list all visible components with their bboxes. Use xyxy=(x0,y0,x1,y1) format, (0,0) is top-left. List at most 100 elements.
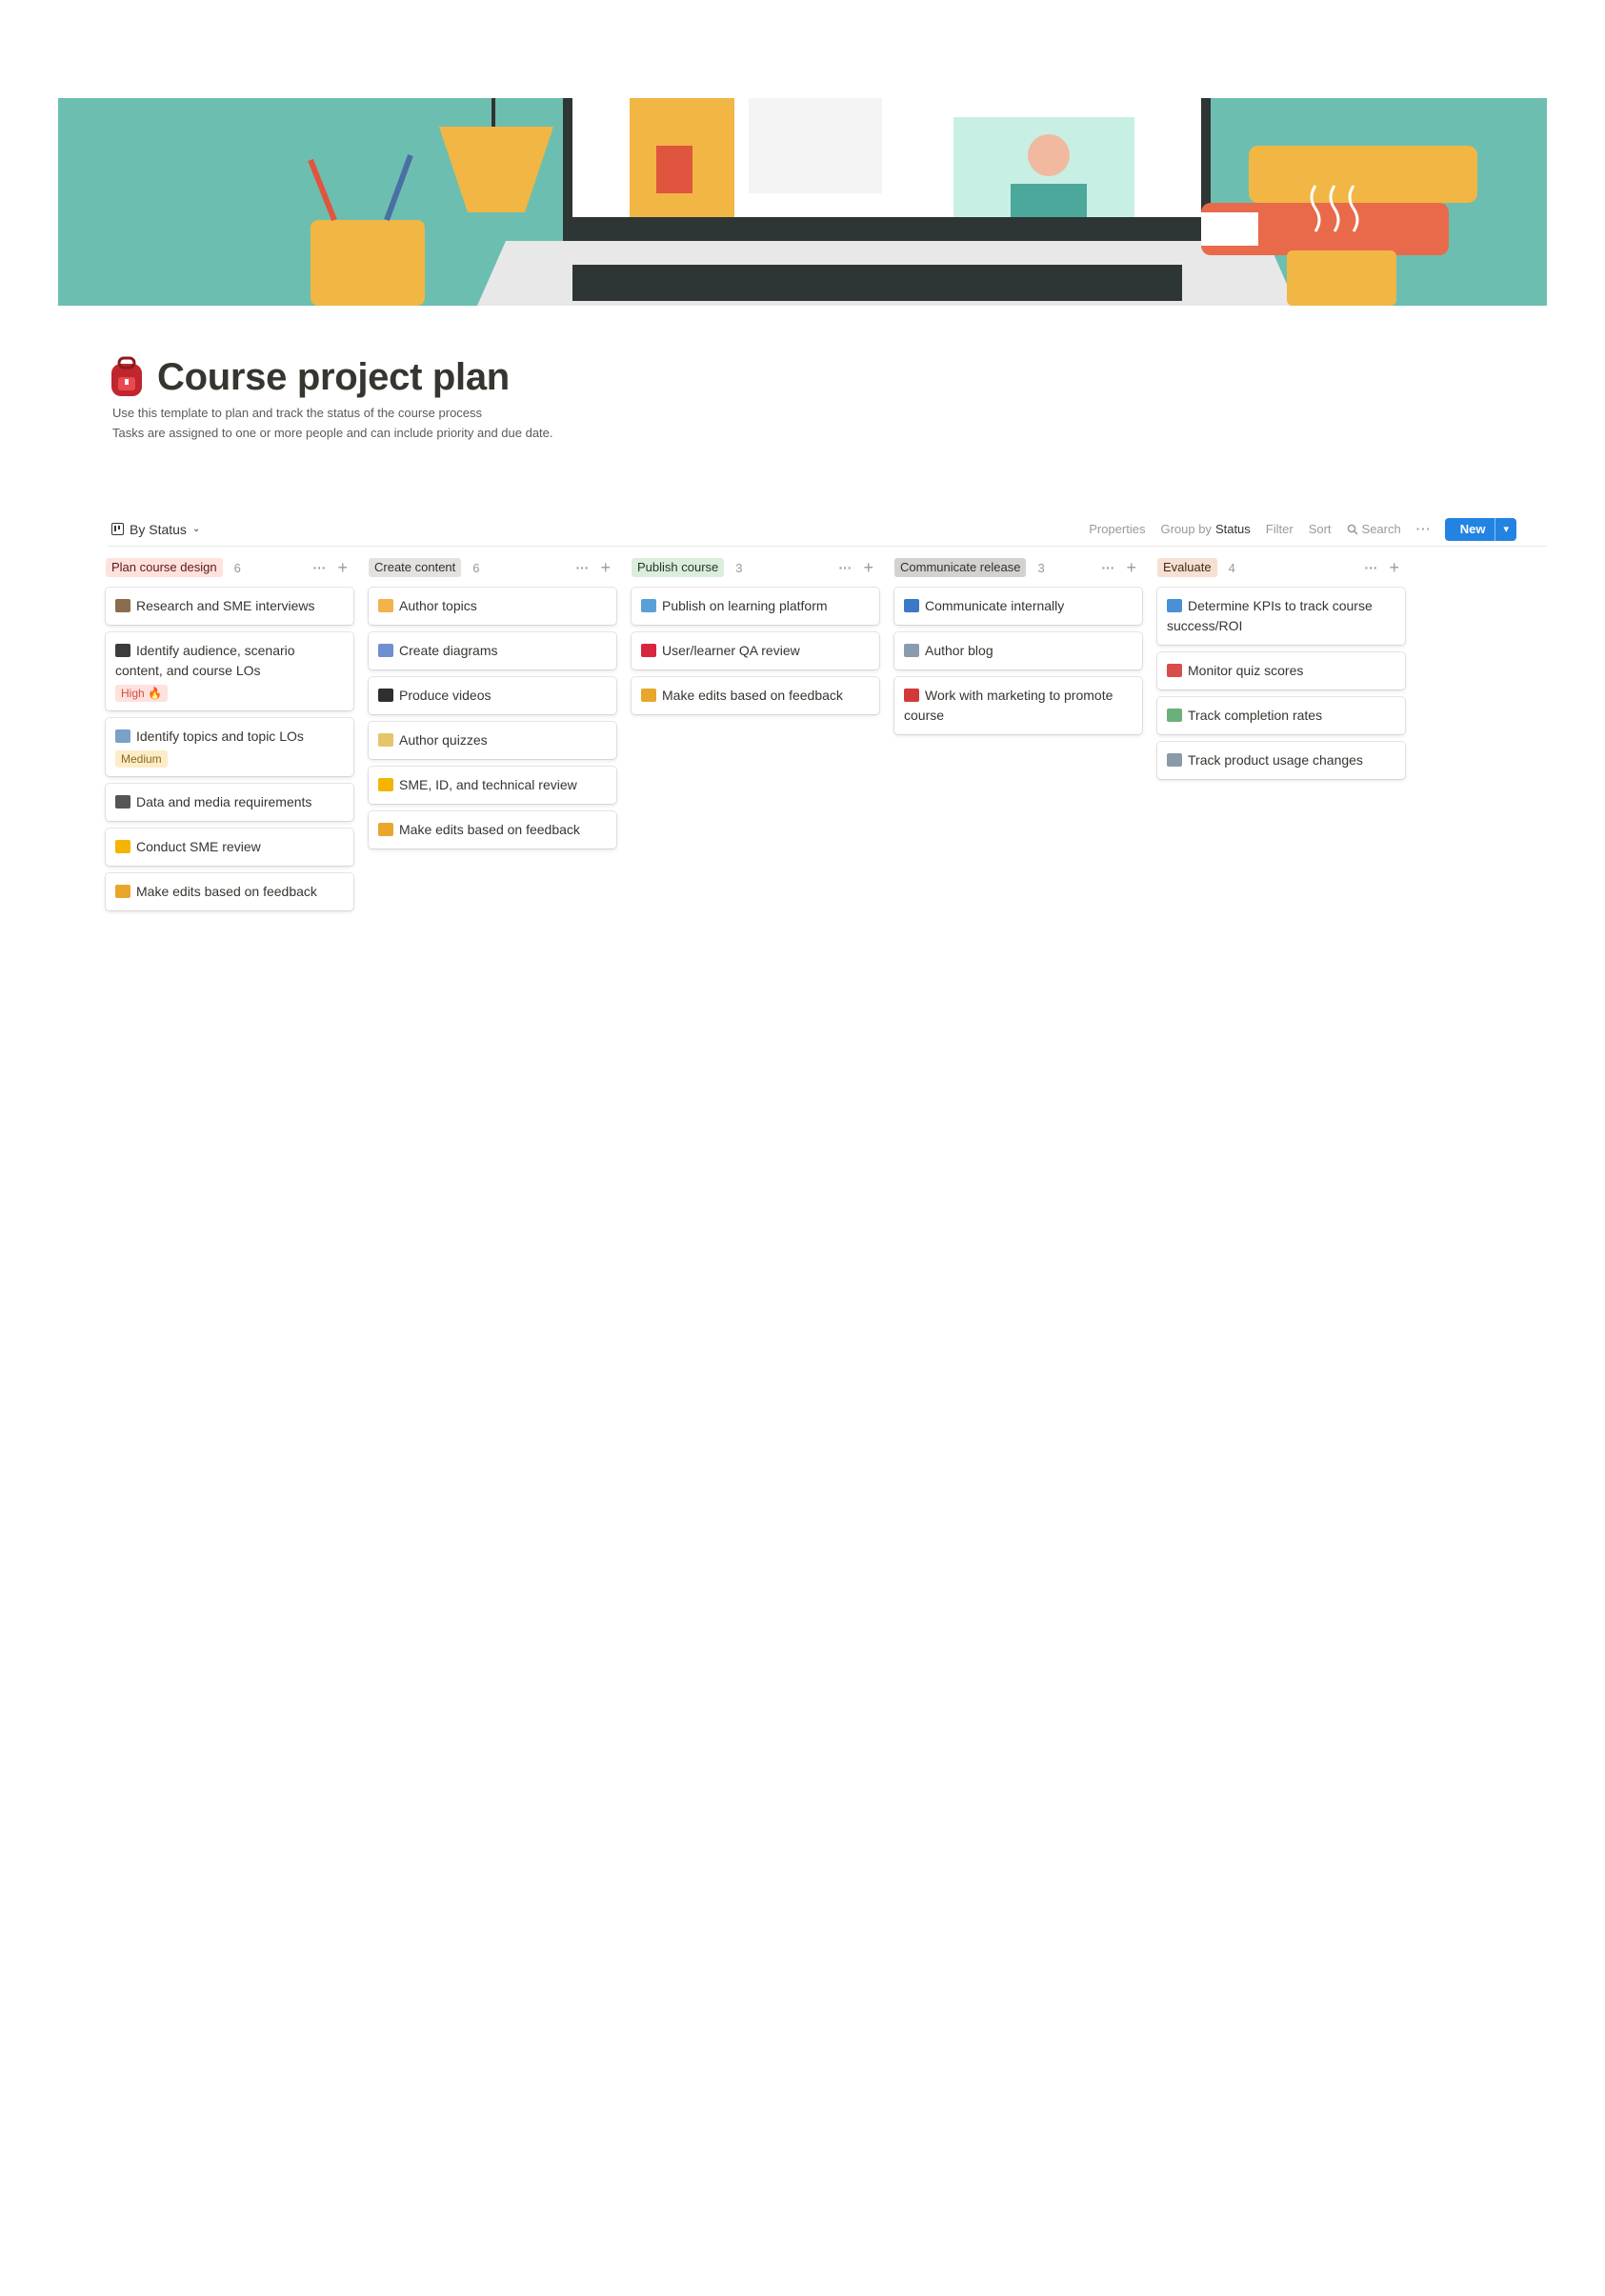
task-card[interactable]: Track product usage changes xyxy=(1157,742,1405,779)
task-card[interactable]: Identify audience, scenario content, and… xyxy=(106,632,353,710)
board-column: Publish course 3 ··· + Publish on learning p… xyxy=(632,556,879,918)
card-title-row: Author blog xyxy=(904,641,1133,661)
computer-icon xyxy=(641,599,656,612)
page-header: Course project plan xyxy=(108,350,510,404)
add-card-icon[interactable]: + xyxy=(863,558,873,578)
view-selector[interactable]: By Status ⌄ xyxy=(108,522,200,537)
add-card-icon[interactable]: + xyxy=(1389,558,1399,578)
column-header: Evaluate 4 ··· + xyxy=(1157,556,1405,579)
task-card[interactable]: Identify topics and topic LOs Medium xyxy=(106,718,353,776)
card-title-row: Track completion rates xyxy=(1167,706,1395,726)
card-title-row: Work with marketing to promote course xyxy=(904,686,1133,726)
task-card[interactable]: Author quizzes xyxy=(369,722,616,759)
view-label: By Status xyxy=(130,521,187,537)
card-title: Author topics xyxy=(399,598,477,613)
task-card[interactable]: Make edits based on feedback xyxy=(369,811,616,849)
page-description-line-1: Use this template to plan and track the … xyxy=(112,406,483,420)
cover-image xyxy=(58,98,1547,306)
task-card[interactable]: Research and SME interviews xyxy=(106,588,353,625)
megaphone-icon xyxy=(904,599,919,612)
task-card[interactable]: Conduct SME review xyxy=(106,829,353,866)
card-title-row: Determine KPIs to track course success/R… xyxy=(1167,596,1395,636)
card-title: Author quizzes xyxy=(399,732,488,748)
column-more-icon[interactable]: ··· xyxy=(838,560,852,575)
page-title: Course project plan xyxy=(157,355,510,398)
task-card[interactable]: Determine KPIs to track course success/R… xyxy=(1157,588,1405,645)
task-card[interactable]: Author topics xyxy=(369,588,616,625)
page-description-line-2: Tasks are assigned to one or more people… xyxy=(112,426,553,440)
board-column: Plan course design 6 ··· + Research and SME … xyxy=(106,556,353,918)
card-title-row: Identify audience, scenario content, and… xyxy=(115,641,344,681)
card-title-row: Produce videos xyxy=(378,686,607,706)
task-card[interactable]: Communicate internally xyxy=(894,588,1142,625)
card-title: Track product usage changes xyxy=(1188,752,1363,768)
group-by-button[interactable]: Group by Status xyxy=(1160,522,1250,536)
memo-icon xyxy=(378,733,393,747)
card-title: Make edits based on feedback xyxy=(399,822,580,837)
nerd-face-icon xyxy=(378,778,393,791)
priority-tag: Medium xyxy=(115,750,168,768)
task-card[interactable]: SME, ID, and technical review xyxy=(369,767,616,804)
column-more-icon[interactable]: ··· xyxy=(1101,560,1114,575)
database-view-bar: By Status ⌄ Properties Group by Status F… xyxy=(108,512,1547,547)
sort-button[interactable]: Sort xyxy=(1309,522,1332,536)
group-label[interactable]: Plan course design xyxy=(106,558,223,577)
card-title-row: Identify topics and topic LOs xyxy=(115,727,344,747)
card-title: Author blog xyxy=(925,643,993,658)
card-title-row: Make edits based on feedback xyxy=(378,820,607,840)
card-title-row: Publish on learning platform xyxy=(641,596,870,616)
new-dropdown-chevron-icon[interactable]: ▾ xyxy=(1495,517,1516,541)
group-label[interactable]: Create content xyxy=(369,558,462,577)
notebook-icon xyxy=(641,689,656,702)
filter-button[interactable]: Filter xyxy=(1266,522,1294,536)
more-options-icon[interactable]: ··· xyxy=(1416,522,1432,536)
bar-chart-icon xyxy=(378,644,393,657)
task-card[interactable]: Publish on learning platform xyxy=(632,588,879,625)
backpack-icon[interactable] xyxy=(108,356,146,398)
task-card[interactable]: Author blog xyxy=(894,632,1142,669)
card-title-row: Author topics xyxy=(378,596,607,616)
jar-icon xyxy=(1167,753,1182,767)
card-title: Track completion rates xyxy=(1188,708,1323,723)
group-label[interactable]: Publish course xyxy=(632,558,725,577)
task-card[interactable]: Make edits based on feedback xyxy=(632,677,879,714)
column-more-icon[interactable]: ··· xyxy=(575,560,589,575)
group-by-value: Status xyxy=(1214,522,1251,536)
add-card-icon[interactable]: + xyxy=(337,558,348,578)
task-card[interactable]: Make edits based on feedback xyxy=(106,873,353,910)
books-icon xyxy=(115,599,130,612)
properties-button[interactable]: Properties xyxy=(1089,522,1145,536)
newspaper-icon xyxy=(904,644,919,657)
card-title: Conduct SME review xyxy=(136,839,261,854)
group-count: 3 xyxy=(1037,560,1045,575)
magnifier-icon xyxy=(115,729,130,743)
new-button[interactable]: New ▾ xyxy=(1444,517,1516,541)
board-view-icon xyxy=(111,523,124,535)
task-card[interactable]: Data and media requirements xyxy=(106,784,353,821)
card-title: Create diagrams xyxy=(399,643,498,658)
group-count: 4 xyxy=(1228,560,1235,575)
card-title-row: Create diagrams xyxy=(378,641,607,661)
board-column: Communicate release 3 ··· + Communicate inte… xyxy=(894,556,1142,918)
card-title-row: Make edits based on feedback xyxy=(115,882,344,902)
column-more-icon[interactable]: ··· xyxy=(312,560,326,575)
card-title: Make edits based on feedback xyxy=(136,884,317,899)
card-title: Make edits based on feedback xyxy=(662,688,843,703)
task-card[interactable]: User/learner QA review xyxy=(632,632,879,669)
task-card[interactable]: Produce videos xyxy=(369,677,616,714)
kanban-board: Plan course design 6 ··· + Research and SME … xyxy=(106,556,1405,918)
card-title: Identify audience, scenario content, and… xyxy=(115,643,295,678)
search-button[interactable]: Search xyxy=(1347,522,1401,536)
add-card-icon[interactable]: + xyxy=(600,558,611,578)
card-title-row: Make edits based on feedback xyxy=(641,686,870,706)
task-card[interactable]: Track completion rates xyxy=(1157,697,1405,734)
task-card[interactable]: Create diagrams xyxy=(369,632,616,669)
add-card-icon[interactable]: + xyxy=(1126,558,1136,578)
task-card[interactable]: Work with marketing to promote course xyxy=(894,677,1142,734)
group-label[interactable]: Communicate release xyxy=(894,558,1027,577)
group-count: 6 xyxy=(233,560,241,575)
task-card[interactable]: Monitor quiz scores xyxy=(1157,652,1405,689)
column-more-icon[interactable]: ··· xyxy=(1364,560,1377,575)
group-label[interactable]: Evaluate xyxy=(1157,558,1217,577)
column-header: Communicate release 3 ··· + xyxy=(894,556,1142,579)
